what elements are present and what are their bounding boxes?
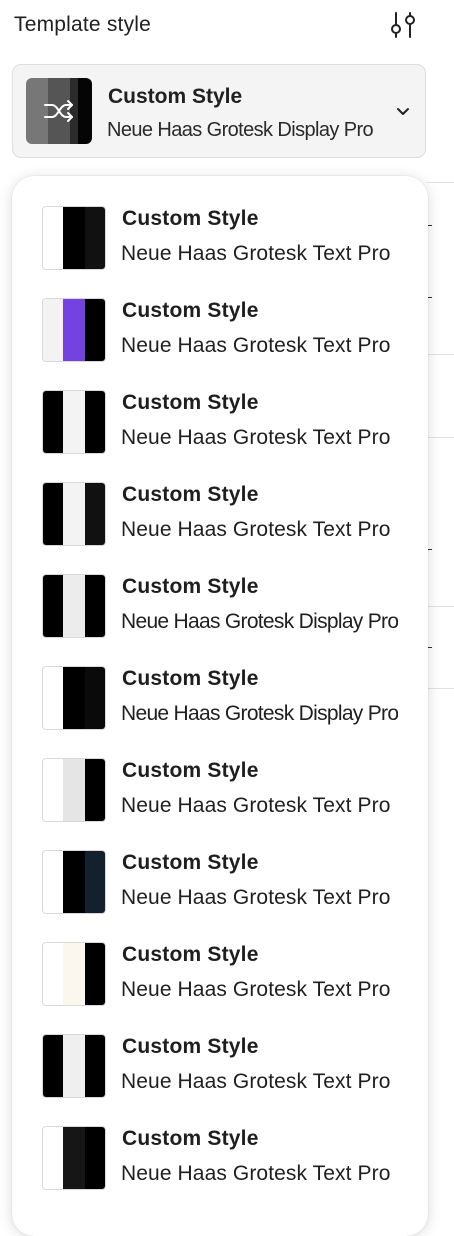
color-swatch <box>85 667 105 729</box>
color-swatch <box>85 1127 105 1189</box>
style-swatch <box>42 758 106 822</box>
shuffle-icon <box>26 78 92 144</box>
color-swatch <box>43 759 63 821</box>
color-swatch <box>43 1035 63 1097</box>
divider <box>426 182 454 183</box>
color-swatch <box>85 575 105 637</box>
color-swatch <box>43 1127 63 1189</box>
style-option-font: Neue Haas Grotesk Text Pro <box>121 334 391 357</box>
style-option-title: Custom Style <box>122 943 259 966</box>
color-swatch <box>85 299 105 361</box>
color-swatch <box>63 1035 85 1097</box>
selected-style-title: Custom Style <box>108 85 243 108</box>
divider <box>426 354 454 355</box>
color-swatch <box>63 299 85 361</box>
style-option-font: Neue Haas Grotesk Text Pro <box>121 886 391 909</box>
selected-style-font: Neue Haas Grotesk Display Pro <box>107 119 374 141</box>
style-swatch <box>42 1126 106 1190</box>
color-swatch <box>85 851 105 913</box>
style-option-font: Neue Haas Grotesk Display Pro <box>121 702 398 725</box>
style-swatch <box>42 942 106 1006</box>
style-option-title: Custom Style <box>122 851 259 874</box>
color-swatch <box>43 943 63 1005</box>
style-option-font: Neue Haas Grotesk Text Pro <box>121 1162 391 1185</box>
style-option[interactable]: Custom Style Neue Haas Grotesk Display Pr… <box>12 574 428 666</box>
sliders-icon[interactable] <box>388 10 418 40</box>
style-option-font: Neue Haas Grotesk Text Pro <box>121 242 391 265</box>
style-option-title: Custom Style <box>122 575 259 598</box>
style-option[interactable]: Custom Style Neue Haas Grotesk Text Pro <box>12 1034 428 1126</box>
style-swatch <box>42 390 106 454</box>
divider <box>426 606 454 607</box>
style-option-title: Custom Style <box>122 299 259 322</box>
style-option-title: Custom Style <box>122 391 259 414</box>
style-swatch <box>42 666 106 730</box>
color-swatch <box>85 1035 105 1097</box>
color-swatch <box>63 483 85 545</box>
template-style-dropdown: Custom Style Neue Haas Grotesk Text Pro Cu… <box>12 176 428 1236</box>
style-option-font: Neue Haas Grotesk Display Pro <box>121 610 398 633</box>
style-option-title: Custom Style <box>122 759 259 782</box>
style-option-title: Custom Style <box>122 207 259 230</box>
style-option-title: Custom Style <box>122 1127 259 1150</box>
color-swatch <box>63 391 85 453</box>
style-swatch <box>42 482 106 546</box>
color-swatch <box>85 759 105 821</box>
style-option[interactable]: Custom Style Neue Haas Grotesk Display Pr… <box>12 666 428 758</box>
style-option-title: Custom Style <box>122 483 259 506</box>
color-swatch <box>63 759 85 821</box>
color-swatch <box>63 667 85 729</box>
color-swatch <box>63 1127 85 1189</box>
style-option[interactable]: Custom Style Neue Haas Grotesk Text Pro <box>12 758 428 850</box>
color-swatch <box>63 207 85 269</box>
style-option-title: Custom Style <box>122 667 259 690</box>
chevron-down-icon[interactable] <box>393 101 413 121</box>
style-swatch <box>42 574 106 638</box>
color-swatch <box>63 943 85 1005</box>
color-swatch <box>85 483 105 545</box>
style-option[interactable]: Custom Style Neue Haas Grotesk Text Pro <box>12 850 428 942</box>
color-swatch <box>43 391 63 453</box>
divider <box>426 437 454 438</box>
style-option-title: Custom Style <box>122 1035 259 1058</box>
color-swatch <box>43 207 63 269</box>
color-swatch <box>85 207 105 269</box>
color-swatch <box>63 575 85 637</box>
style-swatch <box>42 298 106 362</box>
section-title: Template style <box>14 13 152 36</box>
template-style-select[interactable]: Custom Style Neue Haas Grotesk Display P… <box>12 64 426 158</box>
color-swatch <box>43 575 63 637</box>
style-option[interactable]: Custom Style Neue Haas Grotesk Text Pro <box>12 482 428 574</box>
style-option[interactable]: Custom Style Neue Haas Grotesk Text Pro <box>12 942 428 1034</box>
color-swatch <box>43 483 63 545</box>
color-swatch <box>43 851 63 913</box>
color-swatch <box>43 299 63 361</box>
style-option-font: Neue Haas Grotesk Text Pro <box>121 1070 391 1093</box>
style-option[interactable]: Custom Style Neue Haas Grotesk Text Pro <box>12 1126 428 1218</box>
style-swatch <box>42 206 106 270</box>
style-option[interactable]: Custom Style Neue Haas Grotesk Text Pro <box>12 390 428 482</box>
style-swatch <box>42 1034 106 1098</box>
style-option-font: Neue Haas Grotesk Text Pro <box>121 518 391 541</box>
color-swatch <box>43 667 63 729</box>
style-option-font: Neue Haas Grotesk Text Pro <box>121 426 391 449</box>
color-swatch <box>63 851 85 913</box>
style-swatch <box>42 850 106 914</box>
style-option[interactable]: Custom Style Neue Haas Grotesk Text Pro <box>12 298 428 390</box>
style-option[interactable]: Custom Style Neue Haas Grotesk Text Pro <box>12 206 428 298</box>
divider <box>426 688 454 689</box>
color-swatch <box>85 943 105 1005</box>
template-style-header: Template style <box>14 10 426 40</box>
style-option-font: Neue Haas Grotesk Text Pro <box>121 794 391 817</box>
style-option-font: Neue Haas Grotesk Text Pro <box>121 978 391 1001</box>
color-swatch <box>85 391 105 453</box>
